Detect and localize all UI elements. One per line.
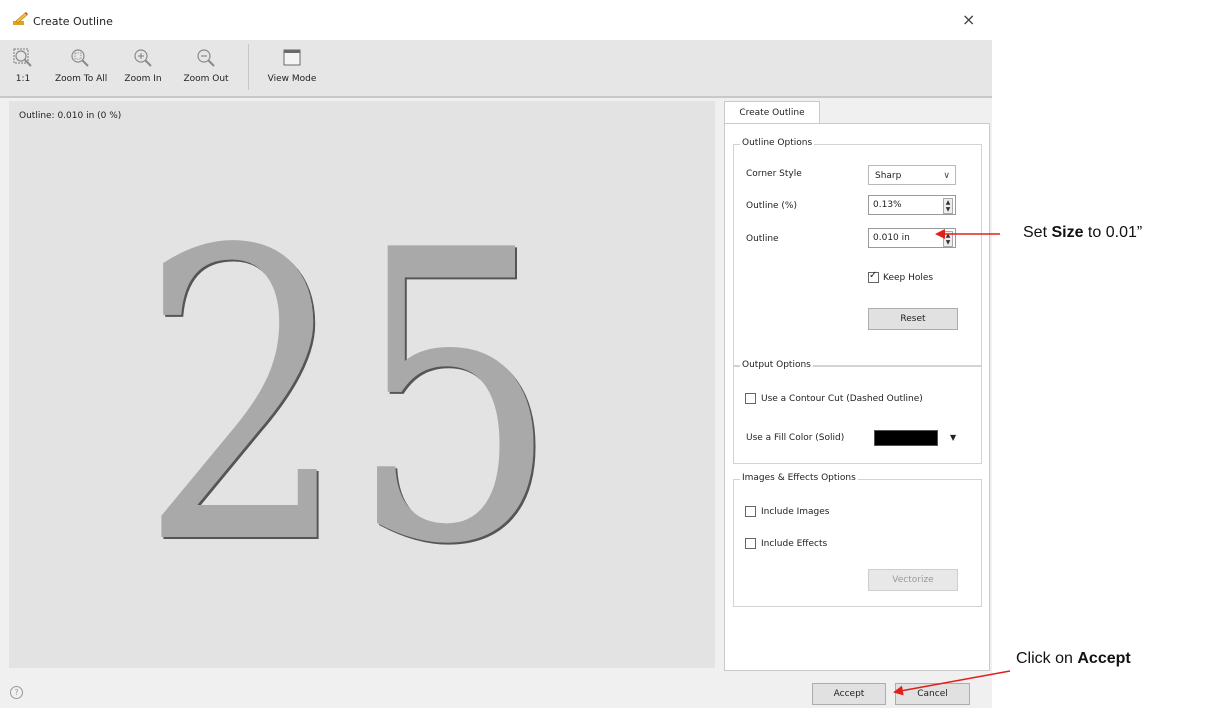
- arrow-to-accept-button: [893, 670, 1011, 696]
- size-instruction-prefix: Set: [1023, 224, 1052, 241]
- size-instruction-suffix: to 0.01”: [1083, 224, 1143, 241]
- accept-instruction-annotation: Click on Accept: [1016, 650, 1131, 668]
- accept-instruction-prefix: Click on: [1016, 650, 1078, 667]
- annotation-arrows: [893, 229, 1011, 696]
- size-instruction-annotation: Set Size to 0.01”: [1023, 224, 1142, 242]
- accept-instruction-bold: Accept: [1077, 650, 1131, 667]
- size-instruction-bold: Size: [1051, 224, 1084, 241]
